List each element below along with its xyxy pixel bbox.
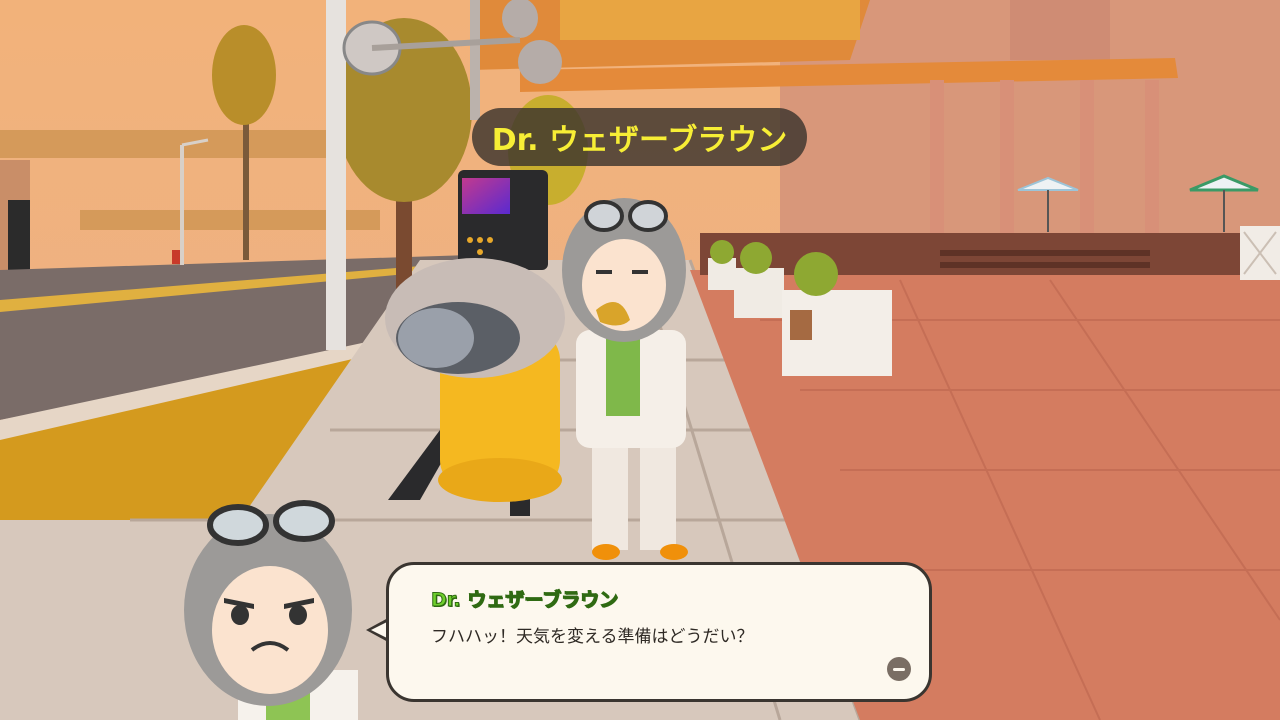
npc-name-tag: Dr. ウェザーブラウン <box>472 108 807 166</box>
dialog-message: フハハッ！天気を変える準備はどうだい？ <box>431 627 754 647</box>
npc-name-label: Dr. ウェザーブラウン <box>491 123 788 158</box>
dialog-speaker: Dr. ウェザーブラウン <box>430 589 619 612</box>
dialog-box[interactable]: Dr. ウェザーブラウン フハハッ！天気を変える準備はどうだい？ <box>386 562 932 702</box>
advance-dialog-icon[interactable] <box>887 657 911 681</box>
